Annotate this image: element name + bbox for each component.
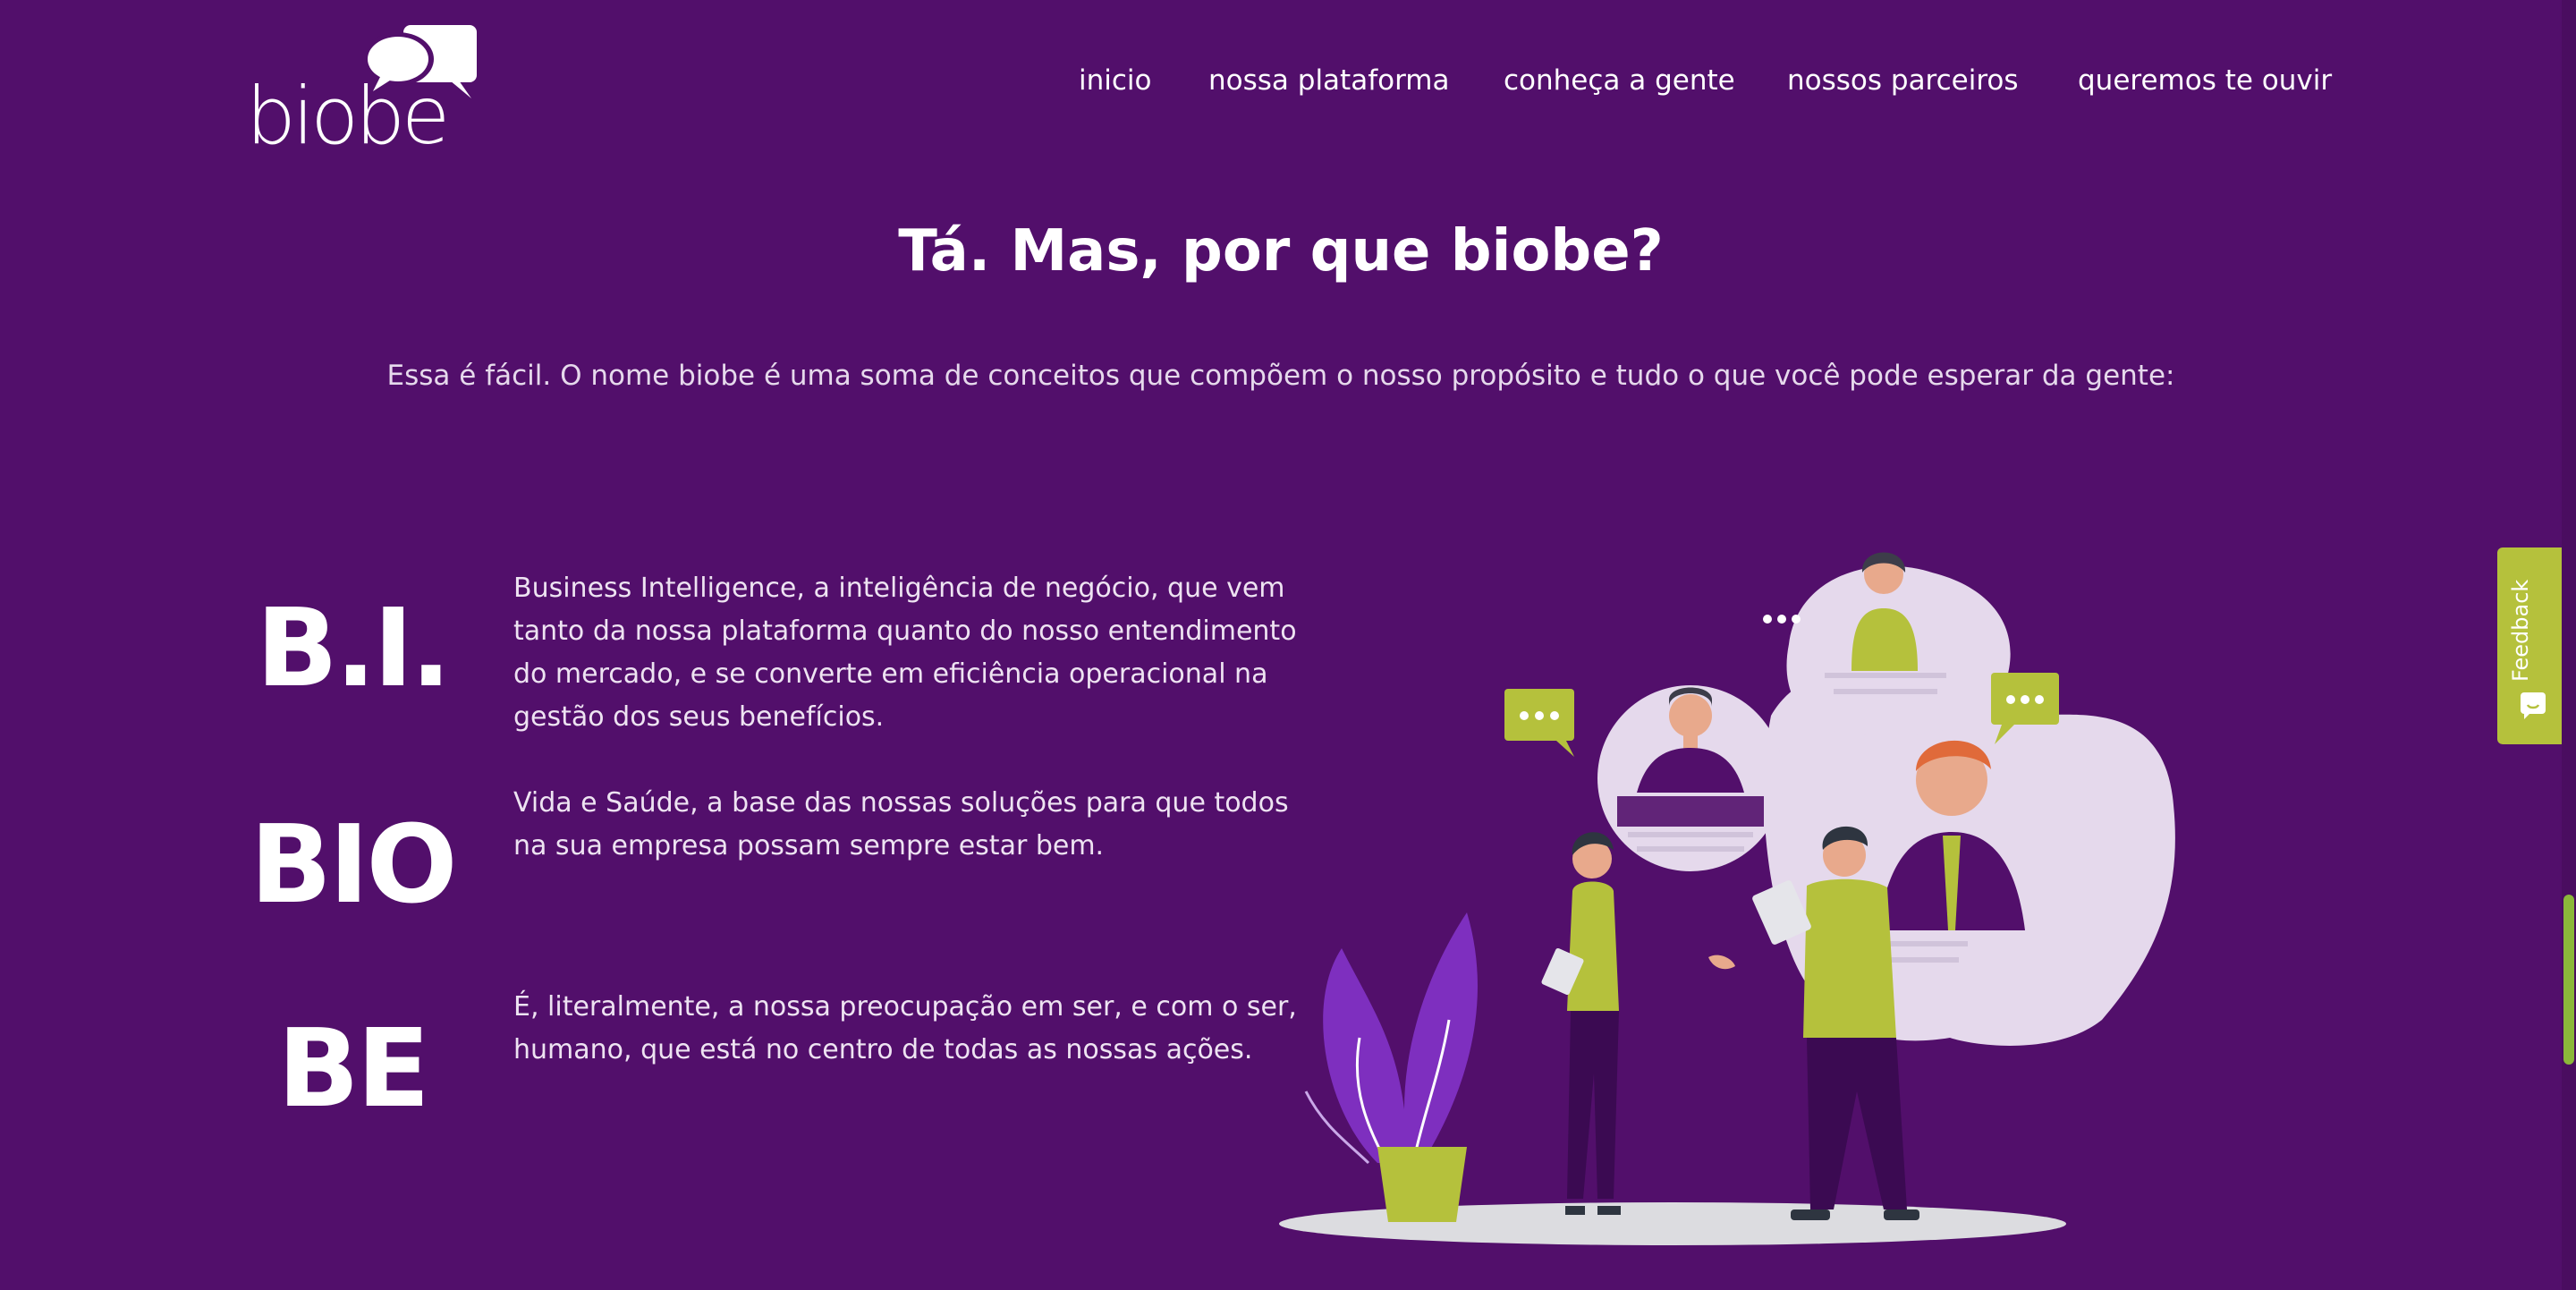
brand-logo[interactable]: biobe <box>246 25 479 156</box>
plant-leaf <box>1323 912 1478 1163</box>
page: biobe inicio nossa plataforma conheça a … <box>0 0 2565 1290</box>
nav-item-nossa-plataforma[interactable]: nossa plataforma <box>1208 64 1449 97</box>
concept-label-bio: BIO <box>250 803 457 928</box>
nav-item-nossos-parceiros[interactable]: nossos parceiros <box>1787 64 2019 97</box>
nav-item-inicio[interactable]: inicio <box>1079 64 1152 97</box>
chat-smile-icon <box>2521 692 2546 719</box>
scrollbar-thumb[interactable] <box>2563 895 2574 1065</box>
logo-text: biobe <box>246 70 450 162</box>
section-title: Tá. Mas, por que biobe? <box>898 218 1664 284</box>
section-subtitle: Essa é fácil. O nome biobe é uma soma de… <box>386 360 2175 392</box>
concept-desc-be: É, literalmente, a nossa preocupação em … <box>513 991 1297 1065</box>
concept-desc-bio: Vida e Saúde, a base das nossas soluções… <box>513 787 1289 861</box>
feedback-tab[interactable]: Feedback <box>2497 547 2565 744</box>
feedback-label: Feedback <box>2508 579 2533 682</box>
nav-item-queremos-te-ouvir[interactable]: queremos te ouvir <box>2078 64 2332 97</box>
nav-item-conheca-a-gente[interactable]: conheça a gente <box>1504 64 1735 97</box>
concept-label-bi: B.I. <box>256 587 451 711</box>
plant-pot <box>1377 1147 1467 1222</box>
team-illustration <box>1279 552 2175 1245</box>
scrollbar[interactable] <box>2562 0 2576 1290</box>
concept-desc-bi: Business Intelligence, a inteligência de… <box>513 573 1297 733</box>
concept-label-be: BE <box>277 1007 429 1132</box>
